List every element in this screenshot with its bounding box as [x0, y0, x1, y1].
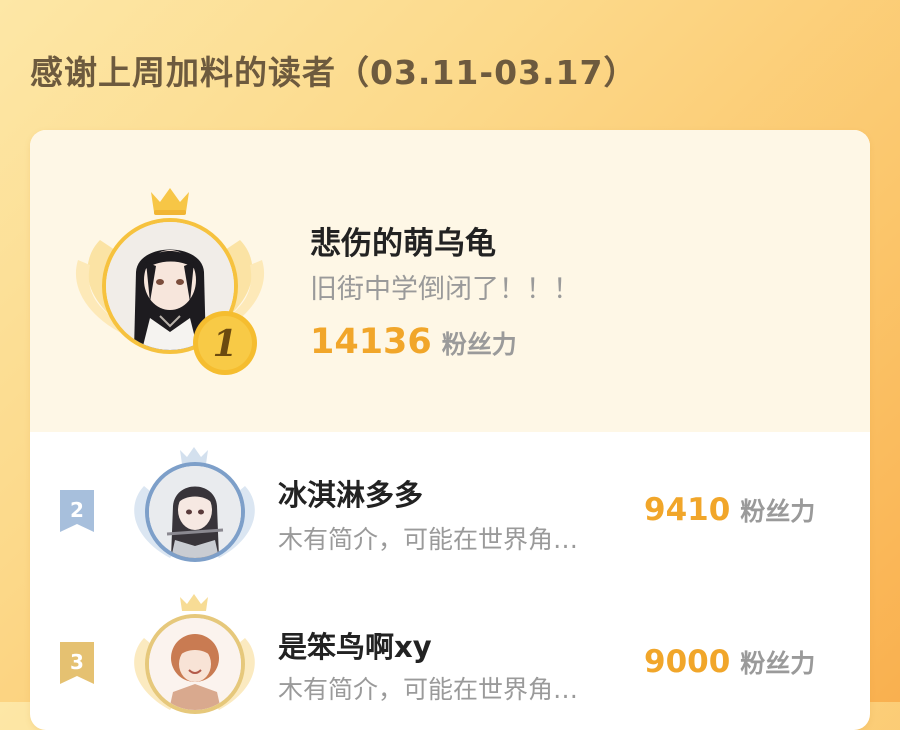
- rank-3-score: 9000 粉丝力: [644, 644, 815, 680]
- rank-3-score-unit: 粉丝力: [740, 649, 816, 678]
- rank-3-name[interactable]: 是笨鸟啊xy: [278, 624, 432, 666]
- rank-2-score-unit: 粉丝力: [740, 497, 816, 526]
- gold-crown-icon: [151, 188, 189, 215]
- anime-girl-avatar-icon: [149, 618, 241, 710]
- rank-3-avatar[interactable]: [145, 614, 245, 714]
- rank-3-bio: 木有简介，可能在世界角…: [278, 675, 579, 704]
- rank-2-avatar[interactable]: [145, 462, 245, 562]
- bronze-crown-icon: [180, 594, 208, 611]
- winner-bio: 旧街中学倒闭了！！！: [310, 274, 580, 305]
- rank-3-number: 3: [70, 650, 84, 674]
- page-title: 感谢上周加料的读者（03.11-03.17）: [30, 53, 638, 92]
- gold-medal-number: 1: [212, 323, 237, 365]
- rank-2-score-value: 9410: [644, 492, 731, 528]
- anime-girl-avatar-icon: [149, 466, 241, 558]
- reader-ranking-card: 1 悲伤的萌乌龟 旧街中学倒闭了！！！ 14136 粉丝力 2 冰淇淋多多 木有…: [30, 130, 870, 730]
- list-item[interactable]: 2 冰淇淋多多 木有简介，可能在世界角… 9410 粉丝力: [30, 442, 870, 592]
- rank-2-bio: 木有简介，可能在世界角…: [278, 525, 579, 554]
- rank-2-badge-icon: 2: [60, 490, 94, 532]
- winner-score-unit: 粉丝力: [441, 330, 517, 359]
- rank-3-score-value: 9000: [644, 644, 731, 680]
- rank-2-name[interactable]: 冰淇淋多多: [278, 472, 423, 514]
- winner-score-value: 14136: [310, 322, 432, 362]
- winner-name[interactable]: 悲伤的萌乌龟: [310, 218, 496, 263]
- rank-2-number: 2: [70, 498, 84, 522]
- gold-medal-icon: 1: [193, 311, 257, 375]
- list-item[interactable]: 3 是笨鸟啊xy 木有简介，可能在世界角… 9000 粉丝力: [30, 594, 870, 730]
- rank-3-badge-icon: 3: [60, 642, 94, 684]
- winner-section[interactable]: 1 悲伤的萌乌龟 旧街中学倒闭了！！！ 14136 粉丝力: [30, 130, 870, 432]
- winner-score: 14136 粉丝力: [310, 322, 517, 362]
- rank-2-score: 9410 粉丝力: [644, 492, 815, 528]
